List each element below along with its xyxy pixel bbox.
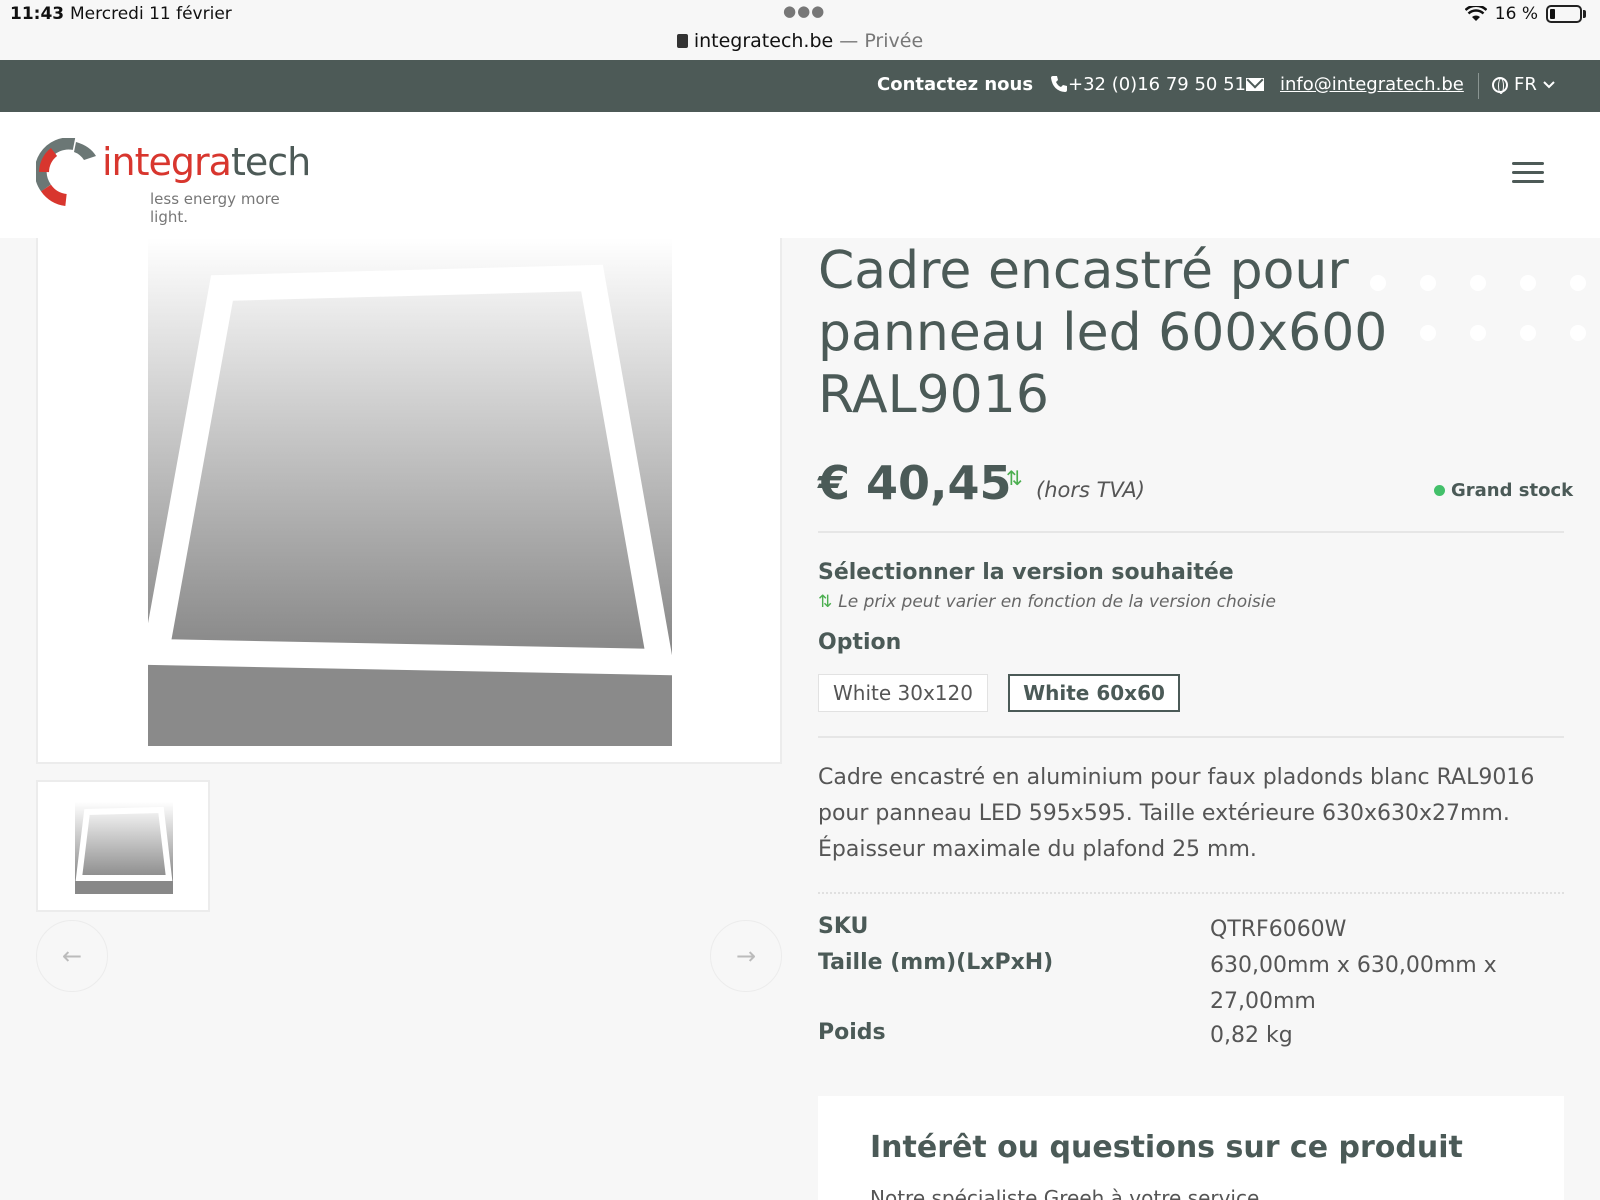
gallery-next-button[interactable]: → bbox=[710, 920, 782, 992]
contact-card-title: Intérêt ou questions sur ce produit bbox=[870, 1130, 1463, 1165]
mail-icon bbox=[1246, 78, 1264, 91]
spec-value-weight: 0,82 kg bbox=[1210, 1023, 1293, 1048]
option-white-30x120[interactable]: White 30x120 bbox=[818, 674, 988, 712]
logo-word-tech: tech bbox=[230, 140, 311, 184]
site-logo[interactable]: integratech less energy more light. bbox=[36, 138, 316, 226]
phone-number: +32 (0)16 79 50 51 bbox=[1068, 74, 1246, 95]
price-tax-note: (hors TVA) bbox=[1036, 478, 1145, 502]
spec-key-sku: SKU bbox=[818, 914, 869, 939]
ios-status-bar: 11:43 Mercredi 11 février ●●● 16 % integ… bbox=[0, 0, 1600, 60]
top-contact-bar: Contactez nous +32 (0)16 79 50 51 info@i… bbox=[0, 60, 1600, 112]
version-note-text: Le prix peut varier en fonction de la ve… bbox=[838, 592, 1276, 612]
contact-card: Intérêt ou questions sur ce produit Notr… bbox=[818, 1096, 1564, 1200]
product-title: Cadre encastré pour panneau led 600x600 … bbox=[818, 241, 1388, 425]
topbar-divider bbox=[1478, 73, 1479, 99]
dotted-divider bbox=[818, 892, 1564, 894]
stock-dot-icon bbox=[1434, 485, 1445, 496]
tab-overview-dots-icon[interactable]: ●●● bbox=[783, 2, 825, 20]
price-varies-small-icon: ⇅ bbox=[818, 592, 833, 612]
version-select-title: Sélectionner la version souhaitée bbox=[818, 560, 1234, 585]
divider bbox=[818, 531, 1564, 533]
spec-key-size: Taille (mm)(LxPxH) bbox=[818, 950, 1054, 975]
language-code: FR bbox=[1514, 74, 1537, 95]
email-link[interactable]: info@integratech.be bbox=[1246, 74, 1464, 95]
logo-word-integra: integra bbox=[102, 140, 232, 184]
wifi-icon bbox=[1464, 6, 1487, 21]
logo-tagline: less energy more light. bbox=[150, 190, 280, 226]
status-date: Mercredi 11 février bbox=[70, 4, 232, 24]
decorative-dots bbox=[1370, 275, 1600, 345]
language-selector[interactable]: FR bbox=[1492, 74, 1555, 95]
frame-illustration bbox=[148, 264, 672, 676]
version-select-note: ⇅ Le prix peut varier en fonction de la … bbox=[818, 592, 1276, 612]
phone-link[interactable]: +32 (0)16 79 50 51 bbox=[1050, 74, 1246, 95]
site-header: integratech less energy more light. bbox=[0, 112, 1600, 238]
spec-value-size: 630,00mm x 630,00mm x 27,00mm bbox=[1210, 953, 1497, 1014]
product-main-image[interactable] bbox=[36, 238, 782, 764]
phone-icon bbox=[1051, 76, 1067, 92]
contact-link[interactable]: Contactez nous bbox=[877, 74, 1033, 95]
private-mode-label: — Privée bbox=[833, 30, 924, 52]
battery-icon bbox=[1546, 5, 1582, 23]
thumb-frame-illustration bbox=[75, 806, 173, 881]
logo-mark-icon bbox=[36, 138, 96, 206]
chevron-down-icon bbox=[1543, 80, 1555, 88]
stock-label: Grand stock bbox=[1451, 480, 1574, 501]
spec-key-weight: Poids bbox=[818, 1020, 886, 1045]
option-white-60x60-selected[interactable]: White 60x60 bbox=[1008, 674, 1180, 712]
address-bar[interactable]: integratech.be — Privée bbox=[0, 30, 1600, 52]
logo-wordmark: integratech bbox=[102, 140, 311, 184]
option-label: Option bbox=[818, 630, 902, 655]
arrow-left-icon: ← bbox=[61, 942, 83, 970]
battery-tip bbox=[1583, 10, 1586, 18]
url-domain: integratech.be bbox=[693, 30, 834, 52]
product-description: Cadre encastré en aluminium pour faux pl… bbox=[818, 765, 1535, 862]
gallery-prev-button[interactable]: ← bbox=[36, 920, 108, 992]
product-price: € 40,45 bbox=[818, 456, 1012, 510]
price-varies-icon: ⇅ bbox=[1006, 466, 1023, 490]
product-thumbnail[interactable] bbox=[36, 780, 210, 912]
divider bbox=[818, 736, 1564, 738]
menu-hamburger-icon[interactable] bbox=[1512, 162, 1544, 184]
status-time: 11:43 bbox=[10, 4, 65, 24]
arrow-right-icon: → bbox=[735, 942, 757, 970]
spec-value-sku: QTRF6060W bbox=[1210, 917, 1347, 942]
globe-icon bbox=[1492, 76, 1508, 94]
stock-status: Grand stock bbox=[1434, 480, 1573, 501]
thumbnail-photo bbox=[75, 802, 173, 894]
contact-card-subtitle: Notre spécialiste Greeh à votre service bbox=[870, 1186, 1260, 1200]
email-address: info@integratech.be bbox=[1280, 74, 1464, 95]
lock-icon bbox=[676, 34, 688, 48]
status-right: 16 % bbox=[1464, 4, 1586, 24]
battery-percent: 16 % bbox=[1494, 4, 1538, 24]
product-photo bbox=[148, 238, 672, 746]
